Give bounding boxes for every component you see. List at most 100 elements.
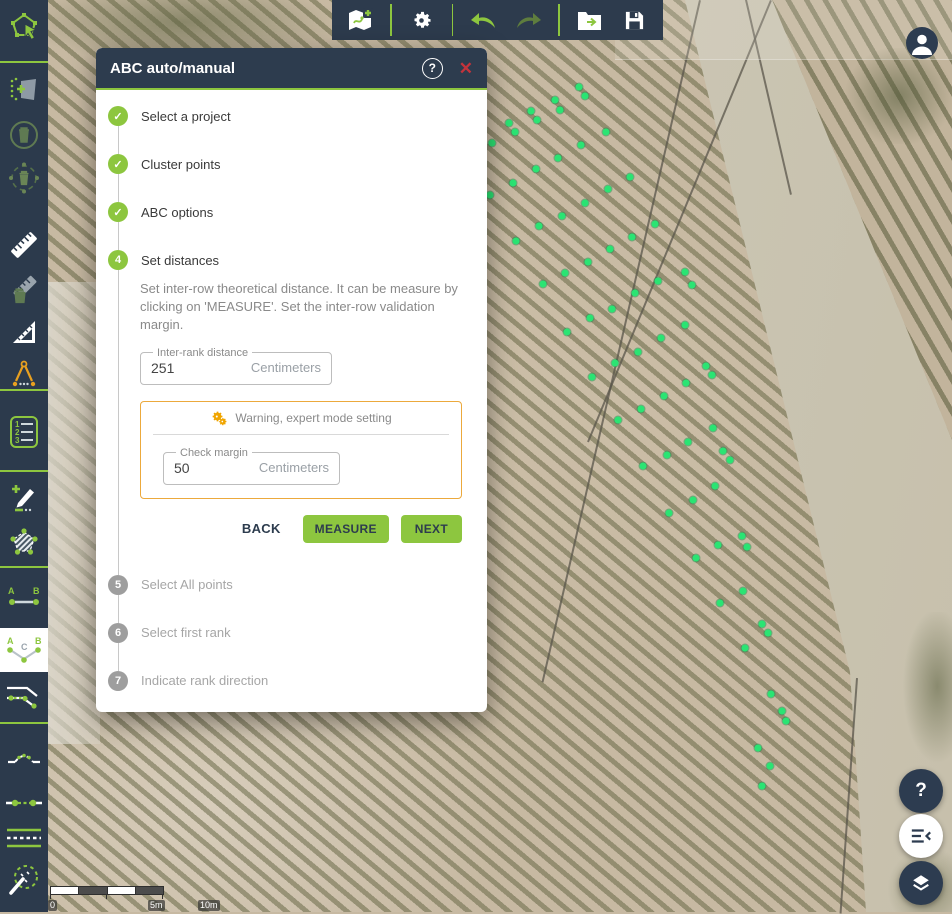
map-point[interactable] xyxy=(540,281,547,288)
map-point[interactable] xyxy=(615,417,622,424)
layers-fab[interactable] xyxy=(899,861,943,905)
ab-line-tool[interactable]: AB xyxy=(2,580,46,614)
measure-button[interactable]: MEASURE xyxy=(303,515,389,543)
map-point[interactable] xyxy=(489,140,496,147)
abc-auto-manual-tool[interactable]: ABC xyxy=(0,628,48,672)
map-point[interactable] xyxy=(759,621,766,628)
map-point[interactable] xyxy=(658,335,665,342)
map-point[interactable] xyxy=(589,374,596,381)
map-point[interactable] xyxy=(640,463,647,470)
map-point[interactable] xyxy=(682,322,689,329)
map-point[interactable] xyxy=(685,439,692,446)
map-point[interactable] xyxy=(578,142,585,149)
set-square-tool[interactable] xyxy=(2,315,46,349)
back-button[interactable]: BACK xyxy=(242,521,281,536)
import-map-icon[interactable] xyxy=(345,5,375,35)
map-point[interactable] xyxy=(755,745,762,752)
delete-measure-tool[interactable] xyxy=(2,273,46,307)
map-point[interactable] xyxy=(783,718,790,725)
map-point[interactable] xyxy=(739,533,746,540)
check-margin-input[interactable]: 50 xyxy=(174,460,190,476)
redo-icon[interactable] xyxy=(513,5,543,35)
map-point[interactable] xyxy=(715,542,722,549)
add-polygon-tool[interactable] xyxy=(2,73,46,107)
map-point[interactable] xyxy=(533,166,540,173)
map-point[interactable] xyxy=(717,600,724,607)
map-point[interactable] xyxy=(513,238,520,245)
map-point[interactable] xyxy=(506,120,513,127)
draw-edit-tool[interactable] xyxy=(2,480,46,514)
rank-list-tool[interactable]: 123 xyxy=(2,415,46,449)
map-point[interactable] xyxy=(652,221,659,228)
map-point[interactable] xyxy=(635,349,642,356)
map-point[interactable] xyxy=(487,192,494,199)
map-point[interactable] xyxy=(689,282,696,289)
map-point[interactable] xyxy=(744,544,751,551)
map-point[interactable] xyxy=(693,555,700,562)
map-point[interactable] xyxy=(740,588,747,595)
next-button[interactable]: NEXT xyxy=(401,515,462,543)
map-point[interactable] xyxy=(510,180,517,187)
compass-spacing-tool[interactable] xyxy=(2,358,46,392)
map-point[interactable] xyxy=(767,763,774,770)
open-project-folder-icon[interactable] xyxy=(575,5,605,35)
map-point[interactable] xyxy=(727,457,734,464)
help-fab[interactable]: ? xyxy=(899,769,943,813)
segment-points-tool[interactable] xyxy=(2,786,46,820)
arc-tool[interactable] xyxy=(2,740,46,774)
map-point[interactable] xyxy=(555,155,562,162)
map-point[interactable] xyxy=(710,425,717,432)
measure-ruler-tool[interactable] xyxy=(2,228,46,262)
close-icon[interactable]: ✕ xyxy=(459,60,473,77)
select-polygon-tool[interactable] xyxy=(2,9,46,43)
map-point[interactable] xyxy=(655,278,662,285)
map-point[interactable] xyxy=(605,186,612,193)
polygon-area-tool[interactable] xyxy=(2,525,46,559)
map-point[interactable] xyxy=(632,290,639,297)
map-point[interactable] xyxy=(759,783,766,790)
inter-rank-distance-field[interactable]: Inter-rank distance 251 Centimeters xyxy=(140,347,332,385)
map-point[interactable] xyxy=(559,213,566,220)
map-point[interactable] xyxy=(562,270,569,277)
map-point[interactable] xyxy=(661,393,668,400)
map-point[interactable] xyxy=(528,108,535,115)
undo-icon[interactable] xyxy=(468,5,498,35)
map-point[interactable] xyxy=(564,329,571,336)
inter-rank-distance-input[interactable]: 251 xyxy=(151,360,174,376)
map-point[interactable] xyxy=(536,223,543,230)
save-icon[interactable] xyxy=(620,5,650,35)
map-point[interactable] xyxy=(552,97,559,104)
map-point[interactable] xyxy=(557,107,564,114)
map-point[interactable] xyxy=(682,269,689,276)
map-point[interactable] xyxy=(585,259,592,266)
dialog-help-icon[interactable]: ? xyxy=(422,58,443,79)
collapse-menu-fab[interactable] xyxy=(899,814,943,858)
map-point[interactable] xyxy=(582,200,589,207)
rank-direction-tool[interactable] xyxy=(2,678,46,712)
map-point[interactable] xyxy=(582,93,589,100)
map-point[interactable] xyxy=(612,360,619,367)
delete-selection-tool[interactable] xyxy=(2,118,46,152)
map-point[interactable] xyxy=(627,174,634,181)
map-point[interactable] xyxy=(742,645,749,652)
rank-lines-tool[interactable] xyxy=(2,821,46,855)
map-point[interactable] xyxy=(666,510,673,517)
check-margin-field[interactable]: Check margin 50 Centimeters xyxy=(163,447,340,485)
map-point[interactable] xyxy=(709,372,716,379)
map-point[interactable] xyxy=(768,691,775,698)
map-point[interactable] xyxy=(765,630,772,637)
delete-points-tool[interactable] xyxy=(2,161,46,195)
map-point[interactable] xyxy=(603,129,610,136)
map-point[interactable] xyxy=(683,380,690,387)
map-point[interactable] xyxy=(720,448,727,455)
map-point[interactable] xyxy=(576,84,583,91)
account-avatar[interactable] xyxy=(906,27,938,59)
settings-gear-icon[interactable] xyxy=(407,5,437,35)
map-point[interactable] xyxy=(609,306,616,313)
map-point[interactable] xyxy=(779,708,786,715)
map-point[interactable] xyxy=(607,246,614,253)
map-point[interactable] xyxy=(690,497,697,504)
magic-select-tool[interactable] xyxy=(2,863,46,897)
map-point[interactable] xyxy=(587,315,594,322)
map-point[interactable] xyxy=(629,234,636,241)
